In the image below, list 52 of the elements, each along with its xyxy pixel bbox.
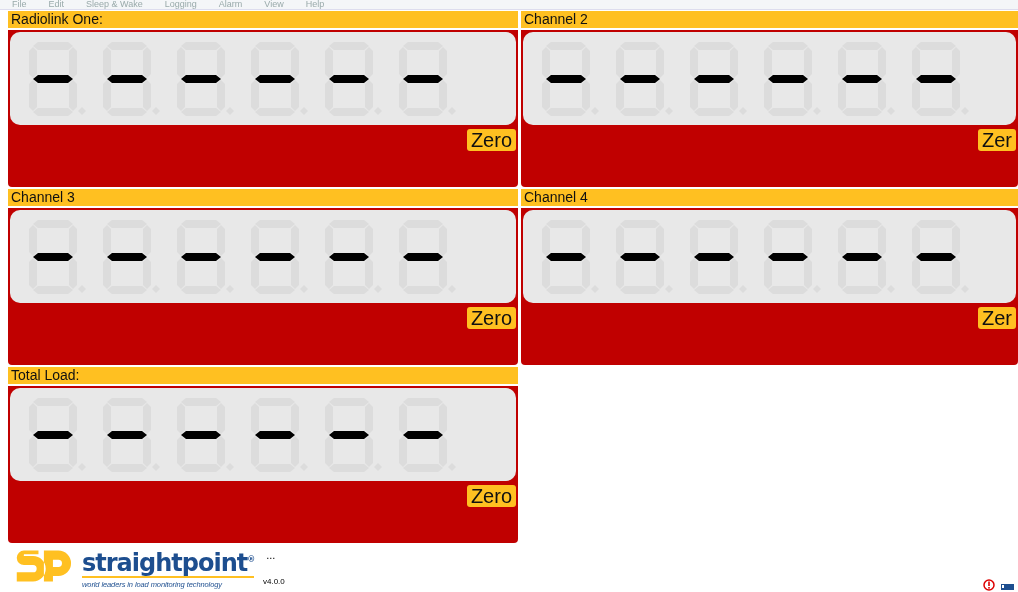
digit-icon: [615, 40, 673, 117]
digit-icon: [911, 218, 969, 295]
panel-title: Radiolink One:: [8, 11, 518, 28]
panel-title: Total Load:: [8, 367, 518, 384]
digit-icon: [763, 40, 821, 117]
digit-icon: [250, 396, 308, 473]
menu-item[interactable]: Help: [305, 0, 325, 9]
digit-icon: [176, 218, 234, 295]
digit-icon: [102, 218, 160, 295]
menu-item[interactable]: Alarm: [218, 0, 243, 9]
ellipsis-text: ...: [266, 549, 276, 561]
digit-icon: [28, 396, 86, 473]
digit-icon: [324, 218, 382, 295]
digit-icon: [28, 40, 86, 117]
brand-name: straightpoint$^{®}$: [82, 547, 255, 578]
digit-icon: [250, 218, 308, 295]
digit-icon: [689, 218, 747, 295]
digit-icon: [324, 40, 382, 117]
zero-button[interactable]: Zer: [978, 307, 1016, 329]
menu-item[interactable]: View: [264, 0, 284, 9]
digit-icon: [102, 396, 160, 473]
digit-icon: [176, 40, 234, 117]
digit-icon: [689, 40, 747, 117]
digit-icon: [398, 396, 456, 473]
digit-icon: [763, 218, 821, 295]
digit-icon: [837, 218, 895, 295]
digit-icon: [324, 396, 382, 473]
digit-icon: [398, 218, 456, 295]
panel-title: Channel 4: [521, 189, 1018, 206]
status-icon: [1001, 584, 1014, 590]
digit-icon: [398, 40, 456, 117]
digit-icon: [176, 396, 234, 473]
menu-item[interactable]: File: [12, 0, 27, 9]
version-text: v4.0.0: [263, 577, 285, 586]
panel-title: Channel 2: [521, 11, 1018, 28]
zero-button[interactable]: Zero: [466, 485, 516, 507]
digit-icon: [250, 40, 308, 117]
zero-button[interactable]: Zero: [466, 129, 516, 151]
digit-icon: [28, 218, 86, 295]
zero-button[interactable]: Zer: [978, 129, 1016, 151]
digit-icon: [102, 40, 160, 117]
digit-icon: [911, 40, 969, 117]
zero-button[interactable]: Zero: [466, 307, 516, 329]
menu-item[interactable]: Logging: [164, 0, 197, 9]
digit-icon: [615, 218, 673, 295]
menu-item[interactable]: Edit: [48, 0, 65, 9]
warning-icon: [983, 579, 995, 591]
digit-icon: [541, 40, 599, 117]
panel-title: Channel 3: [8, 189, 518, 206]
digit-icon: [837, 40, 895, 117]
menu-item[interactable]: Sleep & Wake: [86, 0, 143, 9]
digit-icon: [541, 218, 599, 295]
